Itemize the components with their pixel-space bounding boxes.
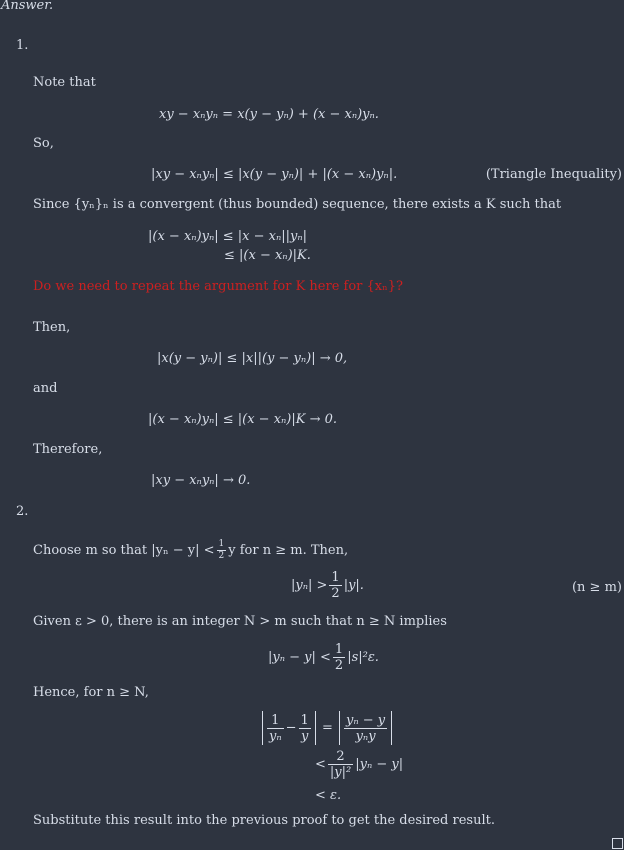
eq9-f3-num: yₙ − y — [344, 712, 388, 729]
item-2-number: 2. — [16, 504, 29, 519]
eq9-l2-frac: 2 |y|² — [327, 750, 354, 780]
substitute-text: Substitute this result into the previous… — [33, 813, 495, 828]
eq9-frac-3: yₙ − y yₙy — [344, 712, 388, 744]
choose-text-a: Choose m so that |yₙ − y| < — [33, 543, 215, 558]
eq9-minus: − — [285, 720, 297, 736]
abs-bar-left — [262, 711, 263, 745]
abs-bar-right-2 — [391, 711, 393, 745]
equation-6: |xy − xₙyₙ| → 0. — [151, 473, 251, 488]
equation-1: xy − xₙyₙ = x(y − yₙ) + (x − xₙ)yₙ. — [159, 107, 379, 122]
eq7-lhs: |yₙ| > — [291, 578, 328, 593]
eq9-f1-den: yₙ — [269, 728, 282, 744]
eq9-equals: = — [321, 720, 333, 736]
eq8-frac-den: 2 — [334, 658, 344, 673]
choose-frac-den: 2 — [218, 551, 225, 561]
eq9-frac-1: 1 yₙ — [267, 714, 284, 743]
note-that-text: Note that — [33, 75, 96, 90]
equation-2: |xy − xₙyₙ| ≤ |x(y − yₙ)| + |(x − xₙ)yₙ|… — [151, 167, 398, 182]
therefore-text: Therefore, — [33, 442, 103, 457]
given-text: Given ε > 0, there is an integer N > m s… — [33, 614, 447, 629]
answer-label: Answer. — [1, 0, 54, 13]
eq9-f2-den: y — [300, 728, 309, 744]
abs-bar-right — [314, 711, 316, 745]
equation-3-line-2: ≤ |(x − xₙ)|K. — [224, 248, 311, 263]
triangle-inequality-tag: (Triangle Inequality) — [485, 167, 622, 182]
item-1-number: 1. — [16, 38, 29, 53]
qed-box-icon — [612, 838, 623, 849]
equation-3-line-1: |(x − xₙ)yₙ| ≤ |x − xₙ||yₙ| — [148, 229, 307, 244]
eq9-l2-num: 2 — [327, 750, 354, 765]
abs-bar-left-2 — [339, 711, 340, 745]
eq9-l2-rest: |yₙ − y| — [355, 757, 404, 772]
choose-fraction: 12 — [216, 539, 227, 561]
eq7-rhs: |y|. — [343, 578, 364, 593]
eq9-l2-den: |y|² — [329, 765, 352, 780]
equation-9-line-3: < ε. — [315, 788, 342, 803]
choose-frac-num: 1 — [216, 539, 227, 551]
eq9-f1-num: 1 — [267, 714, 284, 729]
eq9-l2-lt: < — [315, 757, 326, 772]
eq7-fraction: 12 — [329, 570, 342, 601]
n-ge-m-tag: (n ≥ m) — [571, 580, 622, 595]
equation-8: |yₙ − y| <1 2 |s|²ε. — [268, 643, 379, 672]
so-text: So, — [33, 136, 54, 151]
eq8-lhs: |yₙ − y| < — [268, 650, 331, 665]
hence-text: Hence, for n ≥ N, — [33, 685, 149, 700]
then-text: Then, — [33, 320, 71, 335]
equation-9-line-1: 1 yₙ −1 y = yₙ − y yₙy — [260, 711, 394, 745]
equation-7: |yₙ| >1 2 |y|. — [291, 571, 364, 600]
equation-5: |(x − xₙ)yₙ| ≤ |(x − xₙ)|K → 0. — [148, 412, 338, 427]
since-text: Since {yₙ}ₙ is a convergent (thus bounde… — [33, 197, 562, 212]
equation-9-line-2: <2 |y|² |yₙ − y| — [315, 750, 403, 779]
and-text: and — [33, 381, 58, 396]
eq9-f3-den: yₙy — [355, 728, 376, 744]
eq8-frac-num: 1 — [332, 642, 346, 658]
eq8-fraction: 12 — [332, 642, 346, 673]
eq7-frac-den: 2 — [331, 586, 340, 601]
choose-text-b: y for n ≥ m. Then, — [228, 543, 349, 558]
choose-text: Choose m so that |yₙ − y| <1 2 y for n ≥ m… — [33, 540, 348, 561]
eq9-f2-num: 1 — [298, 712, 311, 729]
eq8-rhs: |s|²ε. — [347, 650, 379, 665]
eq7-frac-num: 1 — [329, 570, 342, 586]
question-note: Do we need to repeat the argument for K … — [33, 279, 403, 294]
equation-4: |x(y − yₙ)| ≤ |x||(y − yₙ)| → 0, — [157, 351, 348, 366]
eq9-frac-2: 1y — [298, 712, 311, 744]
